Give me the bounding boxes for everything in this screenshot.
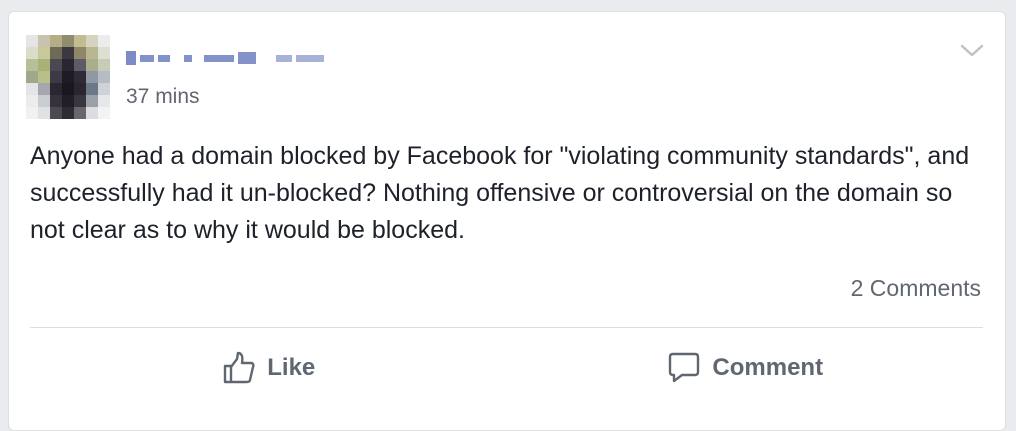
post-action-bar: Like Comment (30, 332, 983, 404)
divider (30, 327, 983, 328)
author-name[interactable] (126, 42, 341, 74)
redacted-name-block (184, 54, 192, 62)
redacted-name-block (158, 54, 170, 62)
post-timestamp[interactable]: 37 mins (126, 84, 200, 110)
like-label: Like (267, 354, 316, 381)
redacted-name-block (126, 51, 136, 65)
chevron-down-icon (960, 44, 984, 57)
redacted-name-block (296, 54, 324, 62)
redacted-name-block (276, 54, 292, 62)
post-options-menu[interactable] (957, 39, 987, 61)
redacted-name-block (140, 54, 154, 62)
comments-count-link[interactable]: 2 Comments (851, 274, 981, 302)
post-body-text: Anyone had a domain blocked by Facebook … (30, 142, 970, 244)
comment-button[interactable]: Comment (507, 332, 984, 404)
redacted-name-block (204, 54, 234, 62)
post-card: 37 mins Anyone had a domain blocked by F… (8, 11, 1006, 431)
redacted-name-block (238, 52, 256, 64)
avatar[interactable] (26, 35, 110, 119)
comment-label: Comment (712, 354, 824, 381)
like-button[interactable]: Like (30, 332, 507, 404)
speech-bubble-icon (669, 352, 700, 383)
thumbs-up-icon (224, 351, 255, 384)
